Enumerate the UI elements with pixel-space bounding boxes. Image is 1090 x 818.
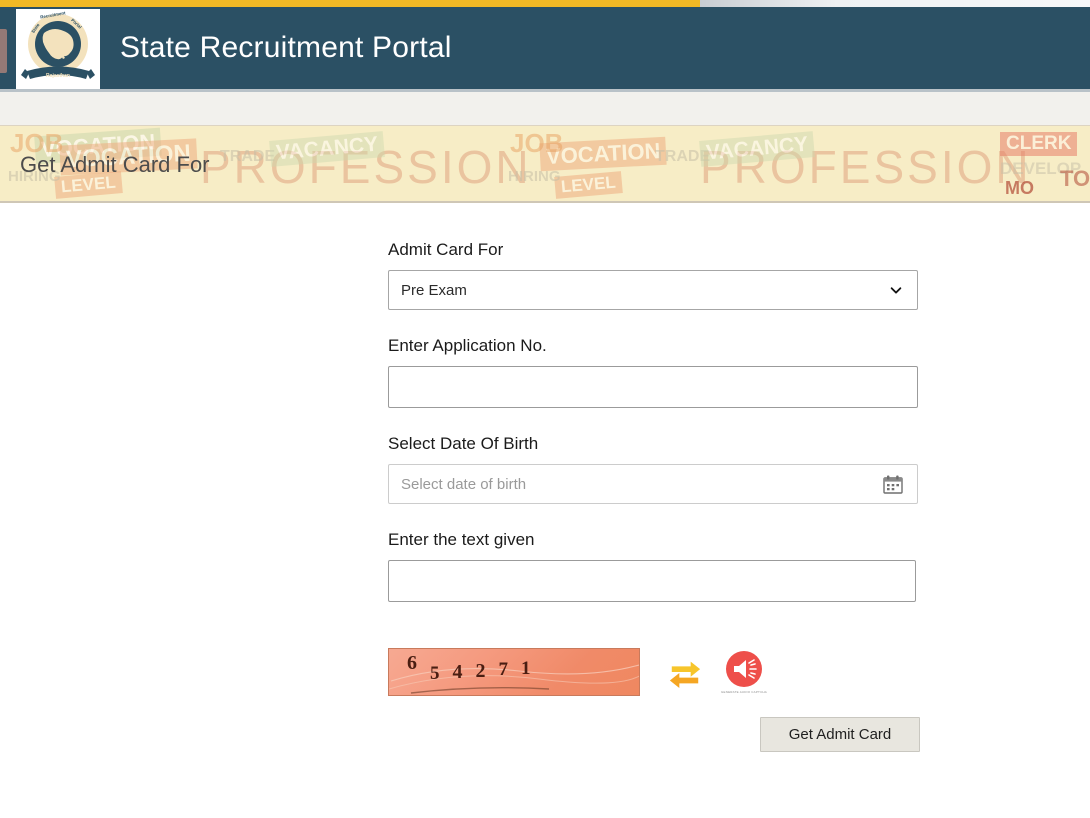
captcha-refresh-button[interactable] [662,648,708,696]
captcha-digit: 4 [452,660,463,683]
page-banner: PROFESSION PROFESSION VOCATION VOCATION … [0,125,1090,203]
field-application-no: Enter Application No. [388,336,922,408]
calendar-icon[interactable] [883,475,903,494]
top-accent-strip-tail [700,0,1090,7]
captcha-row: 6 5 4 2 7 1 GENERATE AUDIO CAPTCHA [388,645,770,699]
banner-decor-word: CLERK [1000,132,1078,156]
admit-card-for-select[interactable]: Pre Exam [388,270,918,310]
captcha-digit: 5 [430,663,440,684]
admit-card-for-selected-value: Pre Exam [401,281,467,299]
label-application-no: Enter Application No. [388,336,547,355]
header-edge-ornament [0,29,7,73]
captcha-digit: 7 [498,659,509,680]
page-root: State Recruitment Portal Rajasthan State… [0,0,1090,818]
refresh-icon [669,661,701,689]
audio-speaker-icon [726,651,762,687]
banner-decor-word: LEVEL [554,171,623,199]
captcha-digit: 2 [475,659,486,682]
banner-decor-word: JOB [510,128,564,158]
get-admit-card-button[interactable]: Get Admit Card [760,717,920,752]
banner-decor-word: TRADE [220,148,276,165]
admit-card-form: Admit Card For Pre Exam Enter Applicatio… [388,240,922,628]
banner-decor-word: HIRING [508,168,561,185]
chevron-down-icon [890,287,902,294]
submit-row: Get Admit Card [760,717,920,752]
banner-decor-word: TO [1060,166,1090,191]
captcha-text-input[interactable] [388,560,916,602]
banner-decor-word: MO [1005,178,1034,198]
field-admit-card-for: Admit Card For Pre Exam [388,240,922,310]
field-date-of-birth: Select Date Of Birth Select date of birt… [388,434,922,504]
captcha-audio-button[interactable]: GENERATE AUDIO CAPTCHA [718,645,770,699]
top-accent-strip [0,0,700,7]
captcha-digit: 6 [407,651,417,674]
field-captcha-text: Enter the text given [388,530,922,602]
page-title: Get Admit Card For [20,152,210,177]
site-header: State Recruitment Portal Rajasthan State… [0,7,1090,89]
captcha-digit: 1 [521,658,531,679]
label-date-of-birth: Select Date Of Birth [388,434,539,453]
state-emblem-icon: State Recruitment Portal Rajasthan [21,11,95,79]
captcha-digits: 6 5 4 2 7 1 [389,649,639,695]
site-title: State Recruitment Portal [120,31,452,64]
logo-container[interactable]: State Recruitment Portal Rajasthan [16,9,100,89]
header-gap-band [0,92,1090,125]
captcha-image: 6 5 4 2 7 1 [388,648,640,696]
captcha-audio-caption: GENERATE AUDIO CAPTCHA [720,690,768,694]
svg-text:Rajasthan: Rajasthan [46,73,70,79]
label-captcha-text: Enter the text given [388,530,535,549]
application-no-input[interactable] [388,366,918,408]
label-admit-card-for: Admit Card For [388,240,504,259]
date-of-birth-input[interactable]: Select date of birth [388,464,918,504]
date-of-birth-placeholder: Select date of birth [401,475,527,493]
